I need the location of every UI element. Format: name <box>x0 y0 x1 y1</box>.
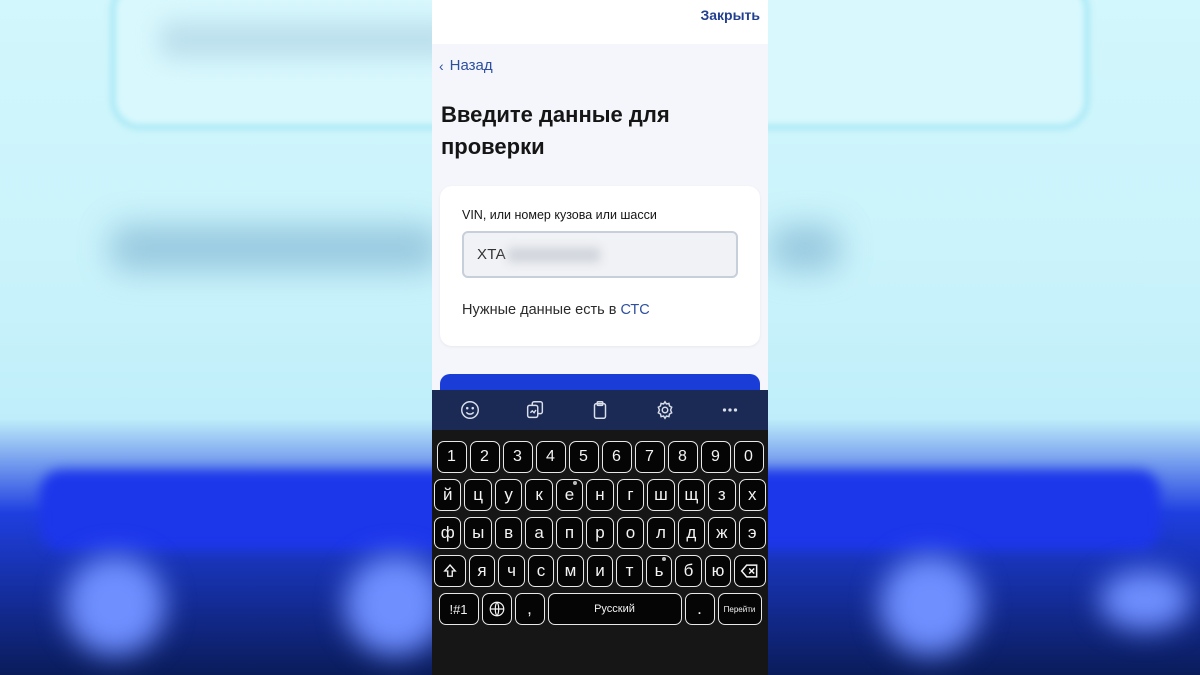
key-в[interactable]: в <box>494 517 523 549</box>
background-circle <box>345 555 445 655</box>
back-link[interactable]: ‹ Назад <box>439 57 493 74</box>
phone-screen: Закрыть ‹ Назад Введите данные для прове… <box>432 0 768 675</box>
key-э[interactable]: э <box>738 517 766 549</box>
background-blur-heading <box>110 225 440 271</box>
keyboard-row-3: я ч с м и т ь б ю <box>434 555 766 587</box>
keyboard-row-1: й ц у к е н г ш щ з х <box>434 479 766 511</box>
key-6[interactable]: 6 <box>601 441 632 473</box>
background-circle <box>880 555 980 655</box>
keyboard-toolbar <box>432 390 768 430</box>
key-8[interactable]: 8 <box>667 441 698 473</box>
key-ы[interactable]: ы <box>464 517 492 549</box>
background-circle <box>1100 570 1190 630</box>
key-з[interactable]: з <box>708 479 736 511</box>
emoji-icon[interactable] <box>453 393 487 427</box>
background-circle <box>65 555 165 655</box>
more-icon[interactable] <box>713 393 747 427</box>
key-й[interactable]: й <box>434 479 462 511</box>
background-blur-text <box>160 22 460 58</box>
key-т[interactable]: т <box>616 555 643 587</box>
close-link[interactable]: Закрыть <box>700 7 760 23</box>
key-ж[interactable]: ж <box>708 517 736 549</box>
key-п[interactable]: п <box>555 517 584 549</box>
key-с[interactable]: с <box>527 555 555 587</box>
hint-label: Нужные данные есть в <box>462 302 617 318</box>
page-title: Введите данные для проверки <box>441 102 670 159</box>
keyboard: 1 2 3 4 5 6 7 8 9 0 й ц у к е н г ш щ з … <box>432 390 768 675</box>
settings-icon[interactable] <box>648 393 682 427</box>
backspace-key[interactable] <box>734 555 766 587</box>
key-я[interactable]: я <box>468 555 496 587</box>
key-а[interactable]: а <box>525 517 553 549</box>
key-л[interactable]: л <box>647 517 675 549</box>
hint-text: Нужные данные есть в СТС <box>462 302 650 318</box>
key-щ[interactable]: щ <box>677 479 706 511</box>
key-ь[interactable]: ь <box>645 555 673 587</box>
key-н[interactable]: н <box>586 479 614 511</box>
top-bar: Закрыть <box>432 0 768 44</box>
key-е-label: е <box>564 485 575 504</box>
shift-icon <box>443 563 457 577</box>
key-3[interactable]: 3 <box>502 441 533 473</box>
space-key[interactable]: Русский <box>547 593 682 625</box>
shift-key[interactable] <box>434 555 466 587</box>
backspace-icon <box>740 564 758 578</box>
key-к[interactable]: к <box>525 479 553 511</box>
clipboard-icon[interactable] <box>583 393 617 427</box>
vin-input[interactable]: XTA <box>462 231 738 278</box>
key-4[interactable]: 4 <box>535 441 566 473</box>
key-м[interactable]: м <box>557 555 584 587</box>
key-ф[interactable]: ф <box>434 517 462 549</box>
language-key[interactable] <box>481 593 512 625</box>
globe-icon <box>489 601 504 617</box>
key-д[interactable]: д <box>677 517 706 549</box>
key-е[interactable]: е <box>555 479 584 511</box>
key-о[interactable]: о <box>616 517 645 549</box>
key-ю[interactable]: ю <box>704 555 732 587</box>
key-г[interactable]: г <box>616 479 645 511</box>
key-0[interactable]: 0 <box>733 441 764 473</box>
symbols-key[interactable]: !#1 <box>438 593 479 625</box>
key-7[interactable]: 7 <box>634 441 665 473</box>
back-label: Назад <box>449 57 493 74</box>
comma-key[interactable]: , <box>514 593 545 625</box>
form-card: VIN, или номер кузова или шасси XTA Нужн… <box>440 186 760 346</box>
enter-key[interactable]: Перейти <box>717 593 762 625</box>
vin-field-label: VIN, или номер кузова или шасси <box>462 208 657 222</box>
key-ш[interactable]: ш <box>647 479 675 511</box>
chevron-left-icon: ‹ <box>439 57 444 74</box>
keyboard-row-numbers: 1 2 3 4 5 6 7 8 9 0 <box>434 441 766 473</box>
keyboard-row-bottom: !#1 , Русский . Перейти <box>434 593 766 625</box>
key-2[interactable]: 2 <box>469 441 500 473</box>
key-р[interactable]: р <box>586 517 614 549</box>
key-5[interactable]: 5 <box>568 441 599 473</box>
accent-dot-icon <box>573 481 578 485</box>
period-key[interactable]: . <box>684 593 715 625</box>
sticker-icon[interactable] <box>518 393 552 427</box>
sts-link[interactable]: СТС <box>620 302 649 318</box>
accent-dot-icon <box>662 557 667 561</box>
key-х[interactable]: х <box>738 479 766 511</box>
vin-input-value: XTA <box>477 246 506 263</box>
key-и[interactable]: и <box>586 555 614 587</box>
background-blur-heading-right <box>770 225 840 271</box>
key-ц[interactable]: ц <box>464 479 492 511</box>
key-1[interactable]: 1 <box>436 441 467 473</box>
key-у[interactable]: у <box>494 479 523 511</box>
key-9[interactable]: 9 <box>700 441 731 473</box>
keyboard-row-2: ф ы в а п р о л д ж э <box>434 517 766 549</box>
key-ь-label: ь <box>654 561 664 580</box>
redacted-text <box>507 247 600 262</box>
form-screen: ‹ Назад Введите данные для проверки VIN,… <box>432 44 768 404</box>
key-ч[interactable]: ч <box>498 555 525 587</box>
key-б[interactable]: б <box>675 555 702 587</box>
